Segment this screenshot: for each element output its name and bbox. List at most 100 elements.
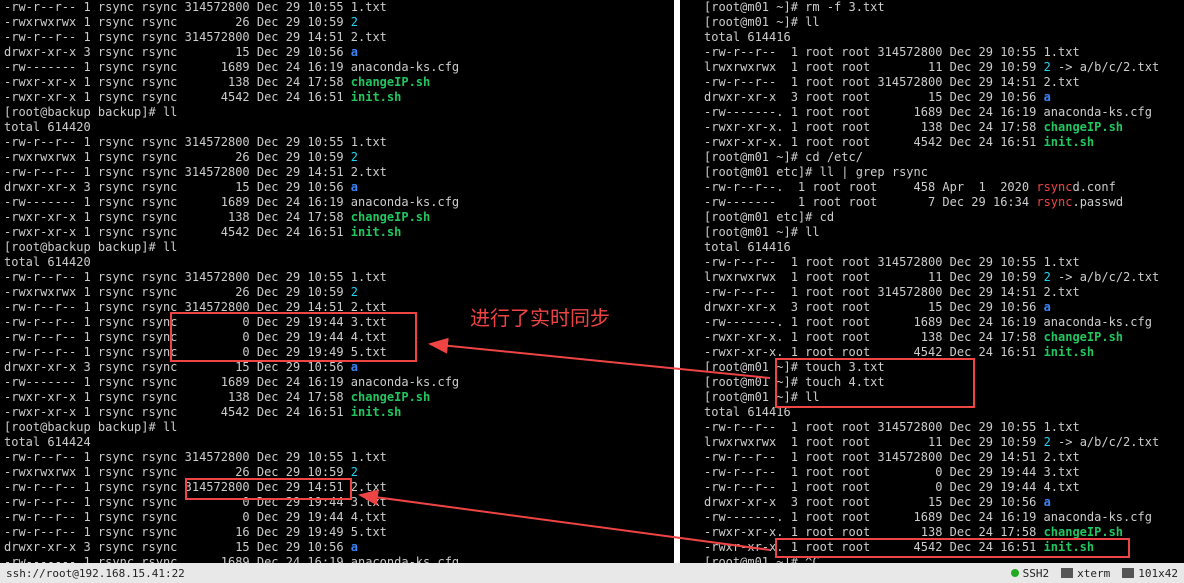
ssh-status-icon — [1011, 569, 1019, 577]
terminal-text: -rw-r--r-- 1 root root 314572800 Dec 29 … — [704, 45, 1080, 59]
terminal-text: changeIP.sh — [351, 75, 430, 89]
terminal-text: -rwxr-xr-x 1 rsync rsync 4542 Dec 24 16:… — [4, 405, 351, 419]
status-size: 101x42 — [1122, 567, 1178, 580]
terminal-text: -rw------- 1 rsync rsync 1689 Dec 24 16:… — [4, 375, 459, 389]
terminal-text: a — [1044, 300, 1051, 314]
terminal-text: total 614416 — [704, 30, 791, 44]
terminal-text: [root@m01 ~]# ll — [704, 225, 820, 239]
terminal-text: -rw-r--r-- 1 rsync rsync 0 Dec 29 19:44 … — [4, 315, 387, 329]
terminal-text: -rw-r--r-- 1 root root 314572800 Dec 29 … — [704, 285, 1080, 299]
terminal-text: -rw-r--r-- 1 rsync rsync 314572800 Dec 2… — [4, 30, 387, 44]
terminal-text: -rwxr-xr-x. 1 root root 4542 Dec 24 16:5… — [704, 345, 1044, 359]
terminal-text: -rwxr-xr-x 1 rsync rsync 4542 Dec 24 16:… — [4, 90, 351, 104]
terminal-text: -> a/b/c/2.txt — [1051, 270, 1159, 284]
pane-divider[interactable] — [680, 0, 700, 563]
terminal-text: total 614416 — [704, 405, 791, 419]
terminal-text: changeIP.sh — [1044, 525, 1123, 539]
status-term: xterm — [1061, 567, 1110, 580]
terminal-text: -rw-r--r-- 1 rsync rsync 0 Dec 29 19:44 … — [4, 330, 387, 344]
terminal-text: drwxr-xr-x 3 root root 15 Dec 29 10:56 — [704, 300, 1044, 314]
terminal-text: a — [351, 45, 358, 59]
terminal-text: -rwxr-xr-x 1 rsync rsync 138 Dec 24 17:5… — [4, 75, 351, 89]
terminal-text: a — [351, 540, 358, 554]
terminal-text: drwxr-xr-x 3 rsync rsync 15 Dec 29 10:56 — [4, 45, 351, 59]
terminal-text: -rw-r--r-- 1 rsync rsync 314572800 Dec 2… — [4, 165, 387, 179]
terminal-text: 2 — [1044, 435, 1051, 449]
terminal-text: -rwxr-xr-x. 1 root root 4542 Dec 24 16:5… — [704, 540, 1044, 554]
terminal-panes: -rw-r--r-- 1 rsync rsync 314572800 Dec 2… — [0, 0, 1184, 563]
terminal-text: 2 — [351, 150, 358, 164]
terminal-text: 2 — [351, 285, 358, 299]
terminal-text: -rwxrwxrwx 1 rsync rsync 26 Dec 29 10:59 — [4, 150, 351, 164]
terminal-text: .passwd — [1072, 195, 1123, 209]
terminal-text: -rwxr-xr-x 1 rsync rsync 138 Dec 24 17:5… — [4, 210, 351, 224]
terminal-text: [root@backup backup]# ll — [4, 420, 177, 434]
terminal-text: -rwxr-xr-x 1 rsync rsync 138 Dec 24 17:5… — [4, 390, 351, 404]
terminal-text: [root@m01 ~]# ll — [704, 390, 820, 404]
terminal-text: -rw-r--r-- 1 root root 0 Dec 29 19:44 3.… — [704, 465, 1080, 479]
status-ssh: SSH2 — [1011, 567, 1050, 580]
terminal-text: -rwxr-xr-x. 1 root root 4542 Dec 24 16:5… — [704, 135, 1044, 149]
terminal-text: a — [1044, 495, 1051, 509]
terminal-text: [root@m01 ~]# touch 3.txt — [704, 360, 885, 374]
terminal-right[interactable]: [root@m01 ~]# rm -f 3.txt [root@m01 ~]# … — [700, 0, 1184, 563]
terminal-text: init.sh — [1044, 135, 1095, 149]
terminal-text: -rw-r--r-- 1 rsync rsync 314572800 Dec 2… — [4, 270, 387, 284]
terminal-text: [root@backup backup]# ll — [4, 240, 177, 254]
terminal-text: -rw-r--r-- 1 root root 0 Dec 29 19:44 4.… — [704, 480, 1080, 494]
terminal-text: a — [1044, 90, 1051, 104]
terminal-text: [root@m01 ~]# cd /etc/ — [704, 150, 863, 164]
terminal-text: [root@m01 etc]# cd — [704, 210, 834, 224]
terminal-text: -rw-r--r--. 1 root root 458 Apr 1 2020 — [704, 180, 1036, 194]
terminal-text: 2 — [1044, 60, 1051, 74]
terminal-text: -rwxrwxrwx 1 rsync rsync 26 Dec 29 10:59 — [4, 465, 351, 479]
terminal-text: -rw-r--r-- 1 rsync rsync 314572800 Dec 2… — [4, 300, 387, 314]
terminal-text: lrwxrwxrwx 1 root root 11 Dec 29 10:59 — [704, 60, 1044, 74]
terminal-text: [root@m01 ~]# ^C — [704, 555, 820, 563]
terminal-text: -rw-------. 1 root root 1689 Dec 24 16:1… — [704, 105, 1152, 119]
terminal-text: drwxr-xr-x 3 rsync rsync 15 Dec 29 10:56 — [4, 180, 351, 194]
terminal-text: -rw-------. 1 root root 1689 Dec 24 16:1… — [704, 315, 1152, 329]
terminal-text: [root@m01 ~]# rm -f 3.txt — [704, 0, 885, 14]
terminal-text: total 614416 — [704, 240, 791, 254]
terminal-text: -rw-r--r-- 1 rsync rsync 314572800 Dec 2… — [4, 450, 387, 464]
terminal-text: 2 — [351, 465, 358, 479]
terminal-text: -rw-r--r-- 1 root root 314572800 Dec 29 … — [704, 420, 1080, 434]
status-bar: ssh://root@192.168.15.41:22 SSH2 xterm 1… — [0, 563, 1184, 583]
terminal-text: 2 — [351, 15, 358, 29]
terminal-text: [root@m01 ~]# touch 4.txt — [704, 375, 885, 389]
terminal-text: -rwxrwxrwx 1 rsync rsync 26 Dec 29 10:59 — [4, 15, 351, 29]
terminal-text: -rwxr-xr-x. 1 root root 138 Dec 24 17:58 — [704, 120, 1044, 134]
terminal-left[interactable]: -rw-r--r-- 1 rsync rsync 314572800 Dec 2… — [0, 0, 680, 563]
terminal-text: -rw-r--r-- 1 rsync rsync 314572800 Dec 2… — [4, 0, 387, 14]
terminal-text: init.sh — [351, 90, 402, 104]
terminal-text: drwxr-xr-x 3 root root 15 Dec 29 10:56 — [704, 90, 1044, 104]
terminal-text: -rw-r--r-- 1 rsync rsync 0 Dec 29 19:44 … — [4, 495, 387, 509]
terminal-text: drwxr-xr-x 3 root root 15 Dec 29 10:56 — [704, 495, 1044, 509]
terminal-text: [root@m01 etc]# ll | grep rsync — [704, 165, 928, 179]
terminal-text: changeIP.sh — [1044, 330, 1123, 344]
terminal-text: init.sh — [351, 225, 402, 239]
terminal-text: drwxr-xr-x 3 rsync rsync 15 Dec 29 10:56 — [4, 360, 351, 374]
terminal-text: lrwxrwxrwx 1 root root 11 Dec 29 10:59 — [704, 270, 1044, 284]
terminal-text: init.sh — [351, 405, 402, 419]
terminal-text: d.conf — [1072, 180, 1115, 194]
terminal-text: a — [351, 360, 358, 374]
terminal-text: [root@m01 ~]# ll — [704, 15, 820, 29]
terminal-text: total 614420 — [4, 255, 91, 269]
size-icon — [1122, 568, 1134, 578]
terminal-text: changeIP.sh — [351, 210, 430, 224]
terminal-text: -rw-r--r-- 1 rsync rsync 0 Dec 29 19:44 … — [4, 510, 387, 524]
terminal-text: 2 — [1044, 270, 1051, 284]
terminal-text: lrwxrwxrwx 1 root root 11 Dec 29 10:59 — [704, 435, 1044, 449]
terminal-text: changeIP.sh — [351, 390, 430, 404]
terminal-text: rsync — [1036, 180, 1072, 194]
terminal-text: -> a/b/c/2.txt — [1051, 60, 1159, 74]
terminal-text: total 614424 — [4, 435, 91, 449]
terminal-text: -rw-------. 1 root root 1689 Dec 24 16:1… — [704, 510, 1152, 524]
terminal-text: -rw------- 1 rsync rsync 1689 Dec 24 16:… — [4, 195, 459, 209]
status-path: ssh://root@192.168.15.41:22 — [6, 567, 999, 580]
terminal-text: -rw------- 1 root root 7 Dec 29 16:34 — [704, 195, 1036, 209]
terminal-text: changeIP.sh — [1044, 120, 1123, 134]
terminal-text: -rw-r--r-- 1 rsync rsync 314572800 Dec 2… — [4, 480, 387, 494]
